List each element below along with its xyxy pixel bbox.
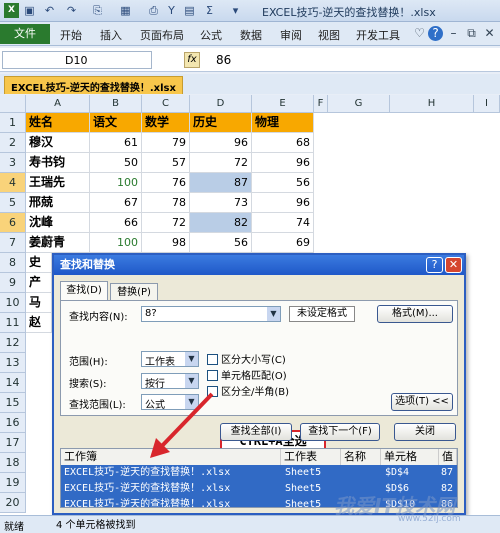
watermark-url: www.52ij.com	[398, 514, 461, 524]
status-text: 就绪	[4, 522, 24, 533]
dialog-status: 4 个单元格被找到	[56, 520, 136, 531]
annotation-arrow	[150, 392, 214, 458]
